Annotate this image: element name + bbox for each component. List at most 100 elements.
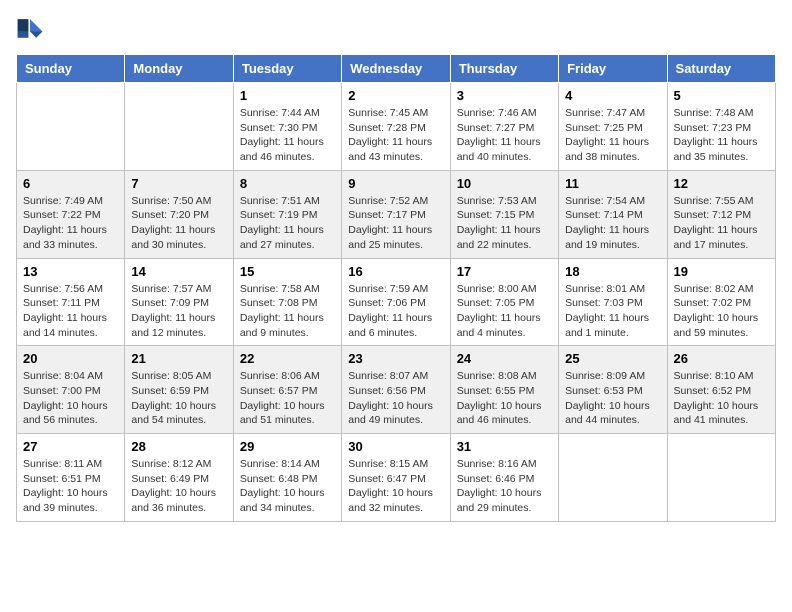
calendar-cell bbox=[559, 434, 667, 522]
calendar-cell: 23 Sunrise: 8:07 AM Sunset: 6:56 PM Dayli… bbox=[342, 346, 450, 434]
calendar-body: 1 Sunrise: 7:44 AM Sunset: 7:30 PM Daylig… bbox=[17, 83, 776, 522]
weekday-header-saturday: Saturday bbox=[667, 55, 775, 83]
calendar-table: SundayMondayTuesdayWednesdayThursdayFrid… bbox=[16, 54, 776, 522]
calendar-week-2: 6 Sunrise: 7:49 AM Sunset: 7:22 PM Daylig… bbox=[17, 170, 776, 258]
weekday-header-monday: Monday bbox=[125, 55, 233, 83]
day-info: Sunrise: 8:10 AM Sunset: 6:52 PM Dayligh… bbox=[674, 369, 769, 428]
day-info: Sunrise: 8:15 AM Sunset: 6:47 PM Dayligh… bbox=[348, 457, 443, 516]
day-info: Sunrise: 7:59 AM Sunset: 7:06 PM Dayligh… bbox=[348, 282, 443, 341]
day-number: 21 bbox=[131, 351, 226, 366]
day-info: Sunrise: 8:08 AM Sunset: 6:55 PM Dayligh… bbox=[457, 369, 552, 428]
calendar-cell: 7 Sunrise: 7:50 AM Sunset: 7:20 PM Daylig… bbox=[125, 170, 233, 258]
day-info: Sunrise: 7:50 AM Sunset: 7:20 PM Dayligh… bbox=[131, 194, 226, 253]
weekday-header-tuesday: Tuesday bbox=[233, 55, 341, 83]
day-info: Sunrise: 7:54 AM Sunset: 7:14 PM Dayligh… bbox=[565, 194, 660, 253]
calendar-cell: 14 Sunrise: 7:57 AM Sunset: 7:09 PM Dayli… bbox=[125, 258, 233, 346]
calendar-cell: 19 Sunrise: 8:02 AM Sunset: 7:02 PM Dayli… bbox=[667, 258, 775, 346]
calendar-cell bbox=[125, 83, 233, 171]
calendar-cell bbox=[17, 83, 125, 171]
day-info: Sunrise: 8:02 AM Sunset: 7:02 PM Dayligh… bbox=[674, 282, 769, 341]
calendar-cell: 2Sunrise: 7:45 AM Sunset: 7:28 PM Daylig… bbox=[342, 83, 450, 171]
day-number: 28 bbox=[131, 439, 226, 454]
page-header bbox=[16, 16, 776, 44]
day-number: 2 bbox=[348, 88, 443, 103]
day-number: 25 bbox=[565, 351, 660, 366]
calendar-cell: 12Sunrise: 7:55 AM Sunset: 7:12 PM Dayli… bbox=[667, 170, 775, 258]
day-info: Sunrise: 7:51 AM Sunset: 7:19 PM Dayligh… bbox=[240, 194, 335, 253]
calendar-cell: 11Sunrise: 7:54 AM Sunset: 7:14 PM Dayli… bbox=[559, 170, 667, 258]
day-info: Sunrise: 8:14 AM Sunset: 6:48 PM Dayligh… bbox=[240, 457, 335, 516]
calendar-cell: 5 Sunrise: 7:48 AM Sunset: 7:23 PM Daylig… bbox=[667, 83, 775, 171]
day-info: Sunrise: 7:49 AM Sunset: 7:22 PM Dayligh… bbox=[23, 194, 118, 253]
day-number: 27 bbox=[23, 439, 118, 454]
day-info: Sunrise: 7:44 AM Sunset: 7:30 PM Dayligh… bbox=[240, 106, 335, 165]
calendar-cell: 13 Sunrise: 7:56 AM Sunset: 7:11 PM Dayli… bbox=[17, 258, 125, 346]
calendar-cell: 18Sunrise: 8:01 AM Sunset: 7:03 PM Dayli… bbox=[559, 258, 667, 346]
day-number: 3 bbox=[457, 88, 552, 103]
logo-icon bbox=[16, 16, 44, 44]
weekday-header-friday: Friday bbox=[559, 55, 667, 83]
day-number: 26 bbox=[674, 351, 769, 366]
calendar-cell: 17 Sunrise: 8:00 AM Sunset: 7:05 PM Dayli… bbox=[450, 258, 558, 346]
calendar-cell: 16Sunrise: 7:59 AM Sunset: 7:06 PM Dayli… bbox=[342, 258, 450, 346]
calendar-cell: 15 Sunrise: 7:58 AM Sunset: 7:08 PM Dayli… bbox=[233, 258, 341, 346]
day-info: Sunrise: 7:58 AM Sunset: 7:08 PM Dayligh… bbox=[240, 282, 335, 341]
day-number: 30 bbox=[348, 439, 443, 454]
day-info: Sunrise: 8:00 AM Sunset: 7:05 PM Dayligh… bbox=[457, 282, 552, 341]
day-number: 18 bbox=[565, 264, 660, 279]
day-number: 17 bbox=[457, 264, 552, 279]
calendar-cell: 29 Sunrise: 8:14 AM Sunset: 6:48 PM Dayli… bbox=[233, 434, 341, 522]
day-info: Sunrise: 8:07 AM Sunset: 6:56 PM Dayligh… bbox=[348, 369, 443, 428]
day-info: Sunrise: 7:56 AM Sunset: 7:11 PM Dayligh… bbox=[23, 282, 118, 341]
calendar-cell bbox=[667, 434, 775, 522]
calendar-cell: 21 Sunrise: 8:05 AM Sunset: 6:59 PM Dayli… bbox=[125, 346, 233, 434]
logo bbox=[16, 16, 48, 44]
calendar-cell: 20 Sunrise: 8:04 AM Sunset: 7:00 PM Dayli… bbox=[17, 346, 125, 434]
day-info: Sunrise: 7:57 AM Sunset: 7:09 PM Dayligh… bbox=[131, 282, 226, 341]
day-info: Sunrise: 8:05 AM Sunset: 6:59 PM Dayligh… bbox=[131, 369, 226, 428]
day-info: Sunrise: 7:47 AM Sunset: 7:25 PM Dayligh… bbox=[565, 106, 660, 165]
calendar-cell: 1 Sunrise: 7:44 AM Sunset: 7:30 PM Daylig… bbox=[233, 83, 341, 171]
day-number: 12 bbox=[674, 176, 769, 191]
day-info: Sunrise: 8:11 AM Sunset: 6:51 PM Dayligh… bbox=[23, 457, 118, 516]
day-number: 13 bbox=[23, 264, 118, 279]
day-number: 1 bbox=[240, 88, 335, 103]
day-info: Sunrise: 8:12 AM Sunset: 6:49 PM Dayligh… bbox=[131, 457, 226, 516]
day-number: 29 bbox=[240, 439, 335, 454]
day-info: Sunrise: 7:52 AM Sunset: 7:17 PM Dayligh… bbox=[348, 194, 443, 253]
day-number: 23 bbox=[348, 351, 443, 366]
calendar-week-5: 27 Sunrise: 8:11 AM Sunset: 6:51 PM Dayli… bbox=[17, 434, 776, 522]
day-info: Sunrise: 7:53 AM Sunset: 7:15 PM Dayligh… bbox=[457, 194, 552, 253]
day-number: 7 bbox=[131, 176, 226, 191]
day-info: Sunrise: 7:48 AM Sunset: 7:23 PM Dayligh… bbox=[674, 106, 769, 165]
calendar-cell: 30 Sunrise: 8:15 AM Sunset: 6:47 PM Dayli… bbox=[342, 434, 450, 522]
calendar-cell: 9Sunrise: 7:52 AM Sunset: 7:17 PM Daylig… bbox=[342, 170, 450, 258]
calendar-cell: 24 Sunrise: 8:08 AM Sunset: 6:55 PM Dayli… bbox=[450, 346, 558, 434]
calendar-week-1: 1 Sunrise: 7:44 AM Sunset: 7:30 PM Daylig… bbox=[17, 83, 776, 171]
day-number: 20 bbox=[23, 351, 118, 366]
weekday-header-sunday: Sunday bbox=[17, 55, 125, 83]
calendar-header: SundayMondayTuesdayWednesdayThursdayFrid… bbox=[17, 55, 776, 83]
day-number: 24 bbox=[457, 351, 552, 366]
weekday-header-thursday: Thursday bbox=[450, 55, 558, 83]
day-info: Sunrise: 8:16 AM Sunset: 6:46 PM Dayligh… bbox=[457, 457, 552, 516]
day-number: 10 bbox=[457, 176, 552, 191]
day-number: 6 bbox=[23, 176, 118, 191]
day-number: 15 bbox=[240, 264, 335, 279]
day-number: 22 bbox=[240, 351, 335, 366]
calendar-cell: 6 Sunrise: 7:49 AM Sunset: 7:22 PM Daylig… bbox=[17, 170, 125, 258]
day-number: 19 bbox=[674, 264, 769, 279]
day-number: 8 bbox=[240, 176, 335, 191]
day-number: 5 bbox=[674, 88, 769, 103]
weekday-header-wednesday: Wednesday bbox=[342, 55, 450, 83]
calendar-cell: 3 Sunrise: 7:46 AM Sunset: 7:27 PM Daylig… bbox=[450, 83, 558, 171]
day-number: 14 bbox=[131, 264, 226, 279]
calendar-cell: 31 Sunrise: 8:16 AM Sunset: 6:46 PM Dayli… bbox=[450, 434, 558, 522]
day-info: Sunrise: 8:06 AM Sunset: 6:57 PM Dayligh… bbox=[240, 369, 335, 428]
day-info: Sunrise: 8:04 AM Sunset: 7:00 PM Dayligh… bbox=[23, 369, 118, 428]
day-info: Sunrise: 7:46 AM Sunset: 7:27 PM Dayligh… bbox=[457, 106, 552, 165]
calendar-cell: 8 Sunrise: 7:51 AM Sunset: 7:19 PM Daylig… bbox=[233, 170, 341, 258]
calendar-week-3: 13 Sunrise: 7:56 AM Sunset: 7:11 PM Dayli… bbox=[17, 258, 776, 346]
day-number: 31 bbox=[457, 439, 552, 454]
calendar-cell: 25Sunrise: 8:09 AM Sunset: 6:53 PM Dayli… bbox=[559, 346, 667, 434]
